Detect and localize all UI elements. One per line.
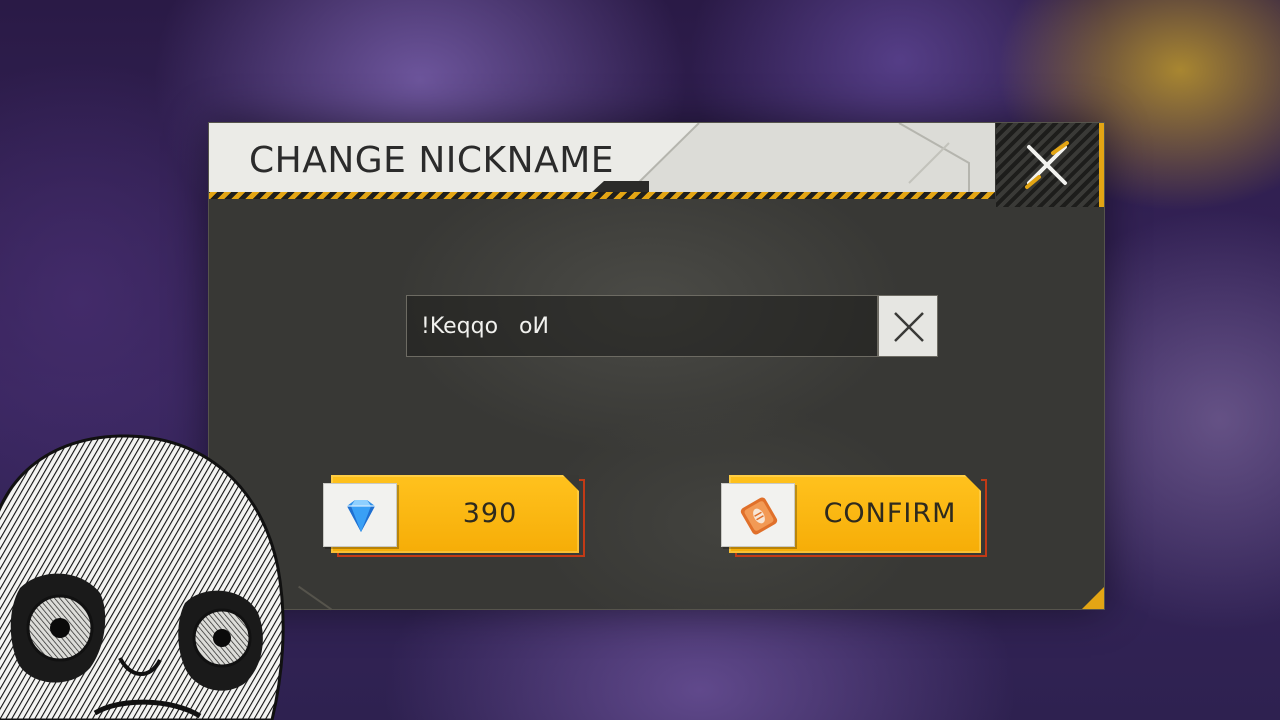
card-icon-box — [721, 483, 795, 547]
close-button[interactable] — [996, 123, 1104, 207]
nickname-input[interactable] — [407, 296, 877, 356]
corner-line — [298, 585, 332, 611]
confirm-button[interactable]: CONFIRM — [721, 475, 987, 557]
price-label: 390 — [462, 498, 518, 529]
hazard-stripe — [209, 192, 995, 199]
name-change-card-icon — [740, 497, 778, 535]
confirm-label: CONFIRM — [823, 498, 957, 529]
scared-face-meme — [0, 434, 285, 720]
clear-x-icon — [894, 312, 924, 342]
diamond-icon-box — [323, 483, 397, 547]
diamond-price-button[interactable]: 390 — [323, 475, 585, 557]
dialog-title: CHANGE NICKNAME — [249, 140, 615, 181]
nickname-field[interactable] — [406, 295, 878, 357]
close-x-icon — [1025, 141, 1069, 189]
game-screen: CHANGE NICKNAME !Keqqo oИ 390 CONFIRM — [0, 0, 1280, 720]
clear-input-button[interactable] — [878, 295, 938, 357]
corner-accent — [1082, 587, 1104, 609]
change-nickname-dialog: CHANGE NICKNAME !Keqqo oИ 390 CONFIRM — [208, 122, 1105, 611]
diamond-icon — [347, 500, 375, 532]
dialog-header: CHANGE NICKNAME — [209, 123, 995, 199]
